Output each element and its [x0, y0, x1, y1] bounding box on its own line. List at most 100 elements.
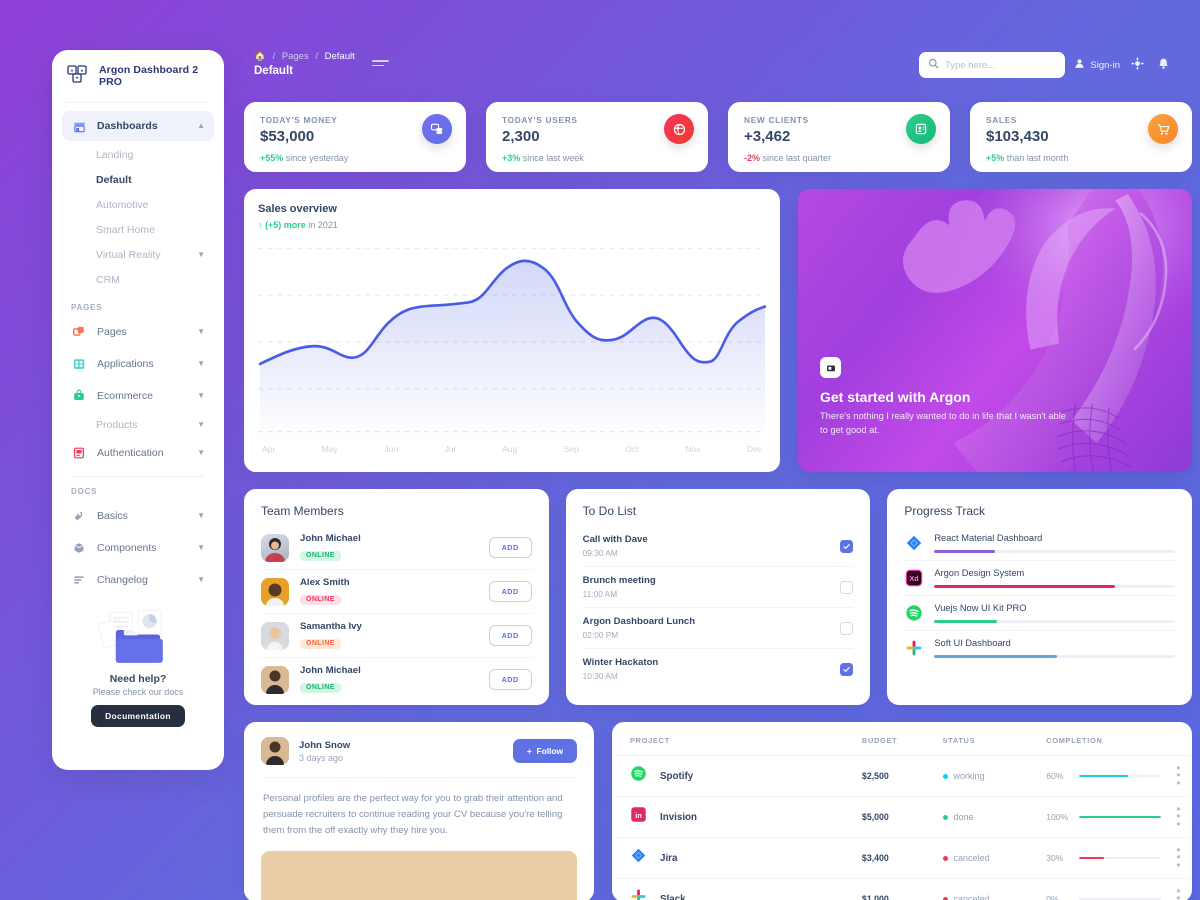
- home-icon[interactable]: 🏠: [254, 51, 266, 62]
- column-status: STATUS: [936, 722, 1041, 756]
- chevron-up-icon: ▲: [197, 121, 205, 130]
- todo-list-panel: To Do List Call with Dave 09:30 AM Brunc…: [565, 489, 871, 705]
- member-info: Samantha Ivy ONLINE: [300, 621, 478, 650]
- progress-row: Vuejs Now UI Kit PRO: [904, 596, 1176, 631]
- sidebar-item-ecommerce[interactable]: Ecommerce ▼: [62, 381, 214, 411]
- todo-time: 10:30 AM: [582, 671, 618, 681]
- chevron-down-icon: ▼: [197, 575, 205, 584]
- user-icon: [1074, 58, 1085, 72]
- kebab-menu-icon[interactable]: •••: [1173, 885, 1184, 900]
- add-member-button[interactable]: ADD: [488, 669, 532, 690]
- sidebar-item-changelog[interactable]: Changelog ▼: [62, 565, 214, 595]
- stat-delta-note: since last quarter: [762, 153, 832, 163]
- progress-name: Argon Design System: [934, 568, 1025, 579]
- avatar: [261, 621, 289, 650]
- project-completion: 100%: [1046, 812, 1161, 822]
- team-member-row: Samantha Ivy ONLINE ADD: [261, 614, 532, 658]
- slack-icon: [904, 638, 924, 658]
- search-box[interactable]: [919, 52, 1065, 78]
- column-actions: [1166, 722, 1190, 756]
- progress-row: React Material Dashboard: [904, 526, 1176, 561]
- sidebar-item-basics[interactable]: Basics ▼: [62, 501, 214, 531]
- project-name: Invision: [660, 811, 698, 823]
- todo-title: Winter Hackaton: [582, 657, 659, 668]
- sidebar-subitem-products[interactable]: Products ▼: [62, 413, 214, 437]
- todo-row: Winter Hackaton 10:30 AM: [583, 649, 854, 689]
- panel-title: To Do List: [582, 504, 637, 518]
- kebab-menu-icon[interactable]: •••: [1173, 803, 1184, 830]
- todo-checkbox[interactable]: [840, 539, 854, 553]
- ecommerce-icon: [71, 388, 87, 404]
- bell-icon[interactable]: [1157, 57, 1170, 75]
- page-title: Default: [254, 65, 293, 77]
- progress-track: [934, 620, 1176, 623]
- breadcrumb-pages[interactable]: Pages: [282, 51, 309, 62]
- gear-icon[interactable]: [1131, 57, 1144, 75]
- progress-track-panel: Progress Track React Material Dashboard …: [887, 489, 1193, 705]
- jira-icon: [904, 533, 924, 553]
- sidebar-subitem-landing[interactable]: Landing: [62, 143, 214, 167]
- project-status: working: [942, 771, 1035, 781]
- sidebar-item-applications[interactable]: Applications ▼: [62, 349, 214, 379]
- todo-checkbox[interactable]: [840, 621, 854, 635]
- panels-row: Team Members John Michael ONLINE ADD Ale…: [244, 489, 1193, 705]
- promo-card[interactable]: Get started with Argon There's nothing I…: [798, 189, 1192, 472]
- chevron-down-icon: ▼: [197, 511, 205, 520]
- project-name: Slack: [660, 893, 686, 900]
- spotify-icon: [904, 603, 924, 623]
- sidebar-item-authentication[interactable]: Authentication ▼: [62, 438, 214, 468]
- progress-fill: [934, 620, 997, 623]
- money-icon: [422, 114, 452, 144]
- project-status: canceled: [942, 894, 1035, 900]
- table-row: Jira $3,400 canceled 30% • • •: [614, 837, 1190, 879]
- documentation-button[interactable]: Documentation: [91, 705, 185, 727]
- svg-text:in: in: [635, 811, 642, 820]
- follow-button[interactable]: + Follow: [512, 739, 577, 763]
- signin-button[interactable]: Sign-in: [1074, 58, 1120, 72]
- stat-delta: +3% since last week: [502, 153, 694, 163]
- todo-checkbox[interactable]: [840, 662, 854, 676]
- sidebar-subitem-default[interactable]: Default: [62, 168, 214, 192]
- completion-track: [1079, 774, 1161, 778]
- clients-icon: [906, 114, 936, 144]
- sidebar-subitem-automotive[interactable]: Automotive: [62, 193, 214, 217]
- chevron-down-icon: ▼: [197, 327, 205, 336]
- chevron-down-icon: ▼: [197, 543, 205, 552]
- stat-delta-value: +5%: [986, 153, 1005, 163]
- sidebar-item-label: Pages: [97, 326, 127, 338]
- todo-row: Brunch meeting 11:00 AM: [582, 567, 854, 608]
- sidebar-subitem-virtual-reality[interactable]: Virtual Reality ▼: [62, 243, 214, 267]
- status-label: done: [953, 812, 974, 822]
- brand[interactable]: Argon Dashboard 2 PRO: [52, 50, 224, 100]
- chevron-down-icon: ▼: [197, 359, 205, 368]
- add-member-button[interactable]: ADD: [488, 537, 532, 558]
- todo-title: Brunch meeting: [582, 575, 656, 586]
- avatar: [261, 533, 289, 562]
- todo-time: 02:00 PM: [582, 630, 619, 640]
- stat-delta: +55% since yesterday: [260, 153, 452, 163]
- todo-checkbox[interactable]: [840, 580, 854, 594]
- sidebar-item-components[interactable]: Components ▼: [62, 533, 214, 563]
- add-member-button[interactable]: ADD: [488, 625, 532, 646]
- column-budget: BUDGET: [855, 722, 937, 756]
- applications-icon: [71, 356, 87, 372]
- status-dot: [942, 855, 948, 861]
- sidebar-item-dashboards[interactable]: Dashboards ▲: [62, 111, 214, 141]
- table-header-row: PROJECT BUDGET STATUS COMPLETION: [614, 722, 1190, 756]
- completion-track: [1079, 815, 1161, 819]
- search-input[interactable]: [945, 59, 1056, 71]
- bottom-row: John Snow 3 days ago + Follow Personal p…: [244, 722, 1192, 900]
- hamburger-icon[interactable]: [372, 60, 389, 69]
- chart-x-axis: Apr May Jun Jul Aug Sep Oct Nov Dec: [258, 440, 766, 454]
- sidebar-item-pages[interactable]: Pages ▼: [62, 317, 214, 347]
- sidebar-subitem-crm[interactable]: CRM: [62, 268, 214, 292]
- status-label: canceled: [953, 894, 990, 900]
- project-name: Spotify: [660, 770, 694, 782]
- kebab-menu-icon[interactable]: •••: [1173, 844, 1184, 871]
- help-subtitle: Please check our docs: [92, 687, 184, 697]
- breadcrumb-default[interactable]: Default: [325, 51, 355, 62]
- completion-fill: [1079, 774, 1129, 778]
- add-member-button[interactable]: ADD: [488, 581, 532, 602]
- kebab-menu-icon[interactable]: •••: [1173, 762, 1184, 789]
- sidebar-subitem-smart-home[interactable]: Smart Home: [62, 218, 214, 242]
